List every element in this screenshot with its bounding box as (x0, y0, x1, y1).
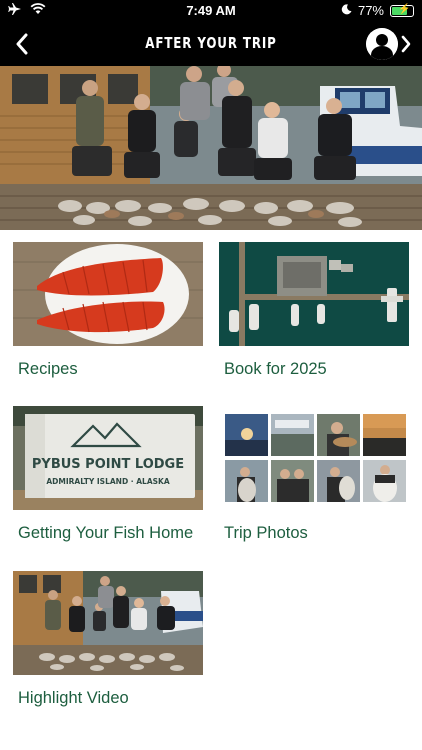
battery-percent: 77% (357, 3, 384, 18)
status-bar: 7:49 AM 77% ⚡ (0, 0, 422, 22)
battery-charging-icon: ⚡ (390, 4, 414, 17)
lodge-box-name: PYBUS POINT LODGE (32, 457, 184, 472)
nav-bar: AFTER YOUR TRIP (0, 22, 422, 66)
chevron-right-icon (401, 35, 411, 53)
moon-icon (341, 3, 352, 18)
tile-getting-fish-home[interactable]: PYBUS POINT LODGE ADMIRALTY ISLAND · ALA… (13, 406, 203, 543)
fish-home-thumbnail: PYBUS POINT LODGE ADMIRALTY ISLAND · ALA… (13, 406, 203, 510)
tile-label: Recipes (18, 360, 78, 378)
lodge-box-location: ADMIRALTY ISLAND · ALASKA (46, 477, 170, 486)
tile-highlight-video[interactable]: Highlight Video (13, 571, 203, 708)
tile-book-2025[interactable]: Book for 2025 (219, 242, 409, 379)
hero-group-photo (0, 66, 422, 230)
trip-photos-thumbnail (219, 406, 409, 510)
tile-label: Getting Your Fish Home (18, 524, 194, 542)
tile-label: Highlight Video (18, 689, 129, 707)
highlight-video-thumbnail (13, 571, 203, 675)
tile-label: Book for 2025 (224, 360, 327, 378)
recipes-thumbnail (13, 242, 203, 346)
profile-button[interactable] (366, 26, 412, 62)
tile-trip-photos[interactable]: Trip Photos (219, 406, 409, 543)
user-avatar-icon (366, 28, 398, 60)
book-thumbnail (219, 242, 409, 346)
tile-recipes[interactable]: Recipes (13, 242, 203, 379)
page-title: AFTER YOUR TRIP (145, 34, 277, 52)
tile-label: Trip Photos (224, 524, 308, 542)
